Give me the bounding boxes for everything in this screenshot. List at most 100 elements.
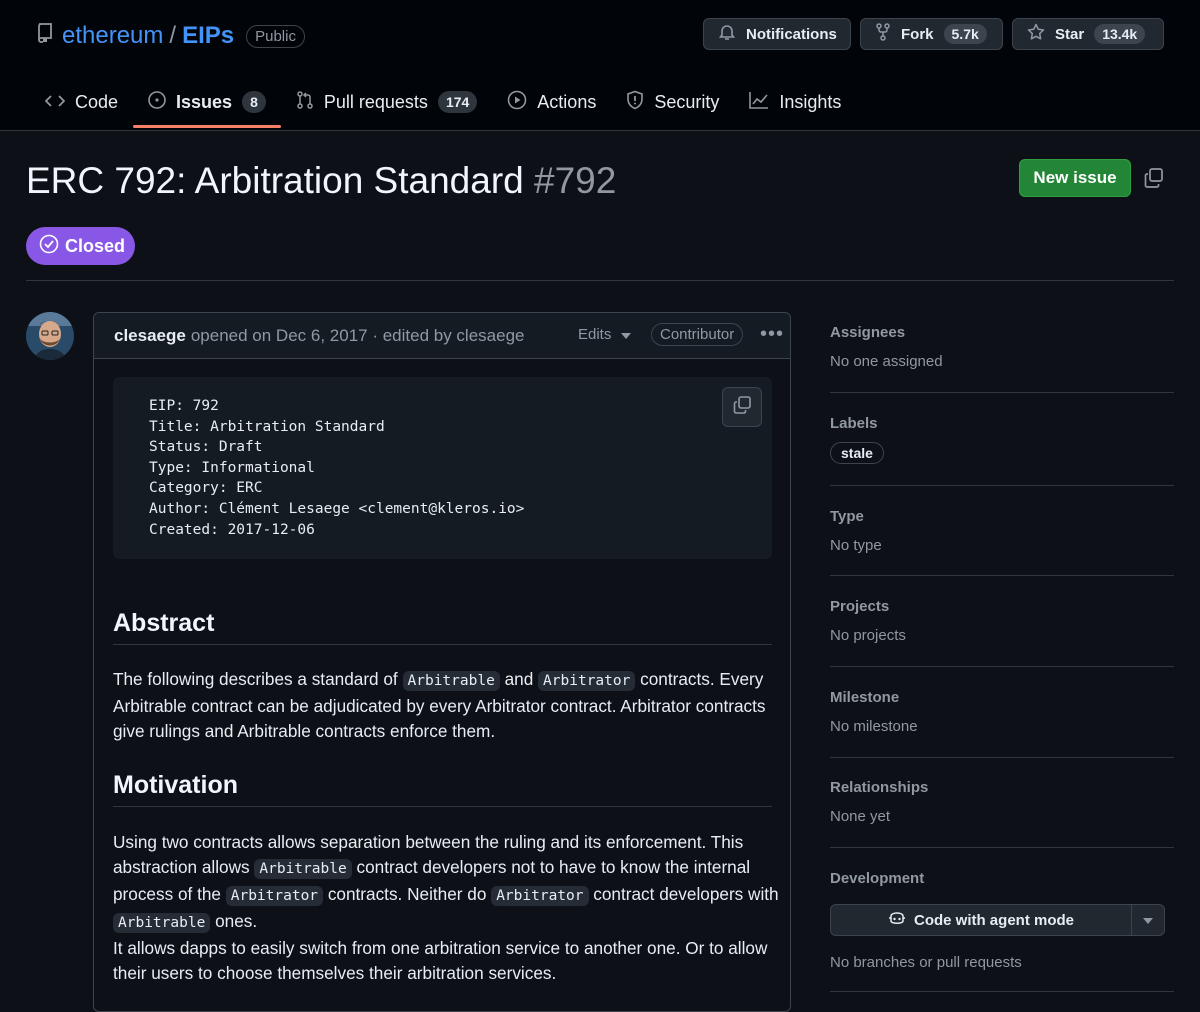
- development-heading: Development: [830, 870, 925, 887]
- tab-security-label: Security: [654, 91, 720, 112]
- notifications-label: Notifications: [746, 25, 837, 43]
- agent-button-label: Code with agent mode: [913, 911, 1074, 929]
- comment-meta: opened on Dec 6, 2017 · edited by clesae…: [190, 325, 525, 345]
- star-count: 13.4k: [1094, 24, 1146, 44]
- milestone-heading: Milestone: [830, 689, 900, 706]
- notifications-button[interactable]: Notifications: [703, 18, 851, 50]
- projects-value: No projects: [830, 627, 906, 644]
- abstract-heading: Abstract: [113, 609, 772, 645]
- tab-pull-requests-label: Pull requests: [323, 91, 428, 112]
- fork-icon: [875, 23, 891, 45]
- motivation-paragraph: Using two contracts allows separation be…: [113, 832, 779, 983]
- inline-code: Arbitrable: [402, 671, 500, 691]
- tab-actions[interactable]: Actions: [492, 78, 611, 126]
- inline-code: Arbitrable: [113, 913, 211, 933]
- relationships-heading: Relationships: [830, 779, 929, 796]
- sidebar-development: Development: [830, 870, 1174, 887]
- status-badge: Closed: [26, 227, 135, 265]
- star-icon: [1027, 23, 1045, 45]
- check-circle-icon: [39, 234, 59, 259]
- repo-header: ethereum / EIPs Public Notifications For…: [0, 0, 1200, 131]
- divider: [830, 847, 1174, 848]
- milestone-value: No milestone: [830, 718, 918, 735]
- inline-code: Arbitrator: [225, 886, 324, 906]
- kebab-menu-icon[interactable]: •••: [760, 323, 784, 346]
- sidebar-relationships[interactable]: Relationships None yet: [830, 779, 1174, 825]
- comment-header: clesaege opened on Dec 6, 2017 · edited …: [94, 313, 790, 359]
- sidebar-type[interactable]: Type No type: [830, 508, 1174, 554]
- code-with-agent-button[interactable]: Code with agent mode: [830, 904, 1165, 936]
- sidebar-assignees[interactable]: Assignees No one assigned: [830, 324, 1174, 370]
- tab-insights-label: Insights: [779, 91, 842, 112]
- fork-button[interactable]: Fork 5.7k: [860, 18, 1003, 50]
- star-button[interactable]: Star 13.4k: [1012, 18, 1164, 50]
- visibility-badge: Public: [246, 24, 305, 48]
- copy-code-button[interactable]: [722, 387, 762, 427]
- new-issue-button[interactable]: New issue: [1019, 159, 1131, 197]
- divider: [830, 485, 1174, 486]
- issue-body-comment: clesaege opened on Dec 6, 2017 · edited …: [93, 312, 791, 1012]
- tab-issues-count: 8: [242, 91, 266, 113]
- inline-code: Arbitrator: [538, 671, 636, 691]
- code-icon: [44, 92, 66, 113]
- issue-title-text: ERC 792: Arbitration Standard: [26, 160, 524, 201]
- fork-count: 5.7k: [943, 24, 987, 44]
- star-label: Star: [1055, 25, 1085, 43]
- code-block: EIP: 792 Title: Arbitration Standard Sta…: [113, 377, 772, 559]
- repo-name-link[interactable]: EIPs: [182, 22, 234, 50]
- code-block-text: EIP: 792 Title: Arbitration Standard Sta…: [149, 398, 525, 538]
- labels-heading: Labels: [830, 415, 878, 432]
- contributor-badge: Contributor: [651, 323, 744, 346]
- graph-icon: [749, 91, 769, 114]
- projects-heading: Projects: [830, 598, 890, 615]
- comment-author-link[interactable]: clesaege: [114, 326, 186, 346]
- development-value-wrap: No branches or pull requests: [830, 954, 1174, 971]
- inline-code: Arbitrator: [491, 886, 589, 906]
- shield-icon: [626, 90, 644, 115]
- divider: [830, 392, 1174, 393]
- repo-separator: /: [169, 22, 177, 49]
- divider: [26, 280, 1174, 281]
- sidebar-milestone[interactable]: Milestone No milestone: [830, 689, 1174, 735]
- tab-issues[interactable]: Issues 8: [133, 78, 281, 128]
- copy-icon: [732, 395, 752, 420]
- inline-code: Arbitrable: [254, 859, 352, 879]
- play-icon: [507, 90, 527, 115]
- abstract-paragraph: The following describes a standard of Ar…: [113, 669, 766, 741]
- label-stale[interactable]: stale: [830, 442, 884, 464]
- copy-link-icon[interactable]: [1142, 166, 1166, 195]
- sidebar-projects[interactable]: Projects No projects: [830, 598, 1174, 644]
- tab-pull-requests-count: 174: [437, 91, 478, 113]
- tab-code[interactable]: Code: [30, 78, 133, 126]
- repo-nav: Code Issues 8 Pull requests 174 Actions …: [30, 78, 856, 130]
- repo-icon: [36, 22, 54, 50]
- type-heading: Type: [830, 508, 864, 525]
- relationships-value: None yet: [830, 808, 891, 825]
- tab-actions-label: Actions: [537, 91, 597, 112]
- repo-owner-link[interactable]: ethereum: [62, 22, 163, 50]
- divider: [830, 666, 1174, 667]
- caret-down-icon: [621, 326, 632, 343]
- divider: [830, 991, 1174, 992]
- agent-main-button[interactable]: Code with agent mode: [831, 905, 1132, 935]
- edits-dropdown[interactable]: Edits: [578, 326, 632, 343]
- assignees-heading: Assignees: [830, 324, 906, 341]
- assignees-value: No one assigned: [830, 353, 943, 370]
- type-value: No type: [830, 537, 882, 554]
- fork-label: Fork: [901, 25, 934, 43]
- motivation-heading: Motivation: [113, 771, 772, 807]
- agent-caret-button[interactable]: [1132, 905, 1164, 935]
- tab-code-label: Code: [75, 91, 119, 112]
- tab-pull-requests[interactable]: Pull requests 174: [281, 78, 492, 126]
- tab-insights[interactable]: Insights: [734, 78, 856, 126]
- sidebar-labels[interactable]: Labels stale: [830, 415, 1174, 464]
- tab-issues-label: Issues: [176, 91, 233, 112]
- copilot-icon: [888, 910, 906, 930]
- tab-security[interactable]: Security: [611, 78, 734, 126]
- repo-title: ethereum / EIPs Public: [36, 20, 305, 52]
- pull-request-icon: [296, 90, 314, 114]
- issue-title: ERC 792: Arbitration Standard #792: [26, 160, 616, 202]
- divider: [830, 575, 1174, 576]
- avatar[interactable]: [26, 312, 74, 360]
- caret-down-icon: [1143, 911, 1153, 929]
